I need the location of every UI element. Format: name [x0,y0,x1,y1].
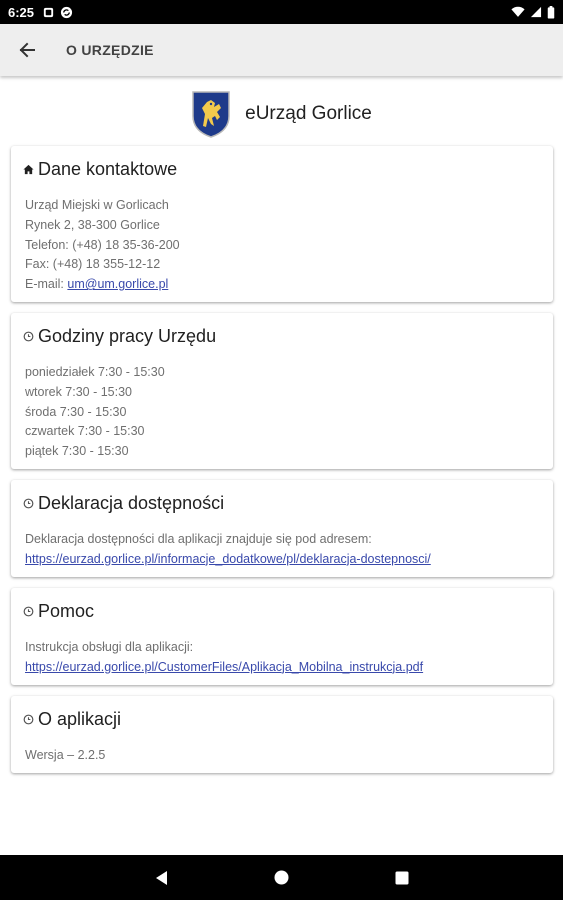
hours-row: wtorek 7:30 - 15:30 [25,384,133,399]
card-title: Dane kontaktowe [38,158,178,179]
manual-link[interactable]: https://eurzad.gorlice.pl/CustomerFiles/… [25,660,423,674]
battery-icon [547,5,555,19]
contact-phone: Telefon: (+48) 18 35-36-200 [25,237,180,252]
arrow-left-icon [19,42,35,58]
status-time: 6:25 [8,4,35,20]
contact-address-line: Urząd Miejski w Gorlicach [25,198,169,212]
signal-icon [530,6,542,18]
clock-icon [23,714,34,725]
circle-home-icon [274,870,289,885]
triangle-back-icon [155,870,167,885]
nav-recents-button[interactable] [382,858,422,898]
sync-icon [60,6,73,18]
home-icon [23,164,34,175]
page-title: O URZĘDZIE [66,42,154,58]
version-text: Wersja – 2.2.5 [25,748,106,762]
about-app-card: O aplikacji Wersja – 2.2.5 [11,696,553,773]
contact-fax: Fax: (+48) 18 355-12-12 [25,257,161,272]
office-hours-card: Godziny pracy Urzędu poniedziałek 7:30 -… [11,313,553,469]
app-bar: O URZĘDZIE [0,24,563,76]
help-card: Pomoc Instrukcja obsługi dla aplikacji: … [11,588,553,685]
contact-card: Dane kontaktowe Urząd Miejski w Gorlicac… [11,146,553,302]
hours-row: czwartek 7:30 - 15:30 [25,424,145,439]
help-text: Instrukcja obsługi dla aplikacji: [25,640,194,654]
contact-address-line: Rynek 2, 38-300 Gorlice [25,217,160,232]
email-link[interactable]: um@um.gorlice.pl [67,277,168,291]
hours-row: poniedziałek 7:30 - 15:30 [25,365,165,379]
hours-row: piątek 7:30 - 15:30 [25,444,129,459]
card-title: Deklaracja dostępności [38,492,225,513]
notification-icon [43,7,54,17]
contact-email-row: E-mail: um@um.gorlice.pl [25,275,539,295]
card-title: Godziny pracy Urzędu [38,325,217,346]
clock-icon [23,331,34,342]
square-recents-icon [395,871,408,884]
card-title: Pomoc [38,600,95,621]
brand-header: eUrząd Gorlice [0,90,563,138]
app-name: eUrząd Gorlice [245,103,372,124]
back-button[interactable] [16,39,38,61]
accessibility-card: Deklaracja dostępności Deklaracja dostęp… [11,480,553,577]
status-bar: 6:25 [0,0,563,24]
hours-row: środa 7:30 - 15:30 [25,404,127,419]
accessibility-link[interactable]: https://eurzad.gorlice.pl/informacje_dod… [25,552,431,566]
clock-icon [23,606,34,617]
nav-home-button[interactable] [262,858,302,898]
wifi-icon [511,6,525,17]
coat-of-arms-logo [192,91,230,138]
card-title: O aplikacji [38,708,122,729]
clock-icon [23,498,34,509]
nav-back-button[interactable] [142,858,182,898]
accessibility-text: Deklaracja dostępności dla aplikacji zna… [25,532,372,546]
system-nav-bar [0,855,563,900]
email-label: E-mail: [25,277,64,292]
